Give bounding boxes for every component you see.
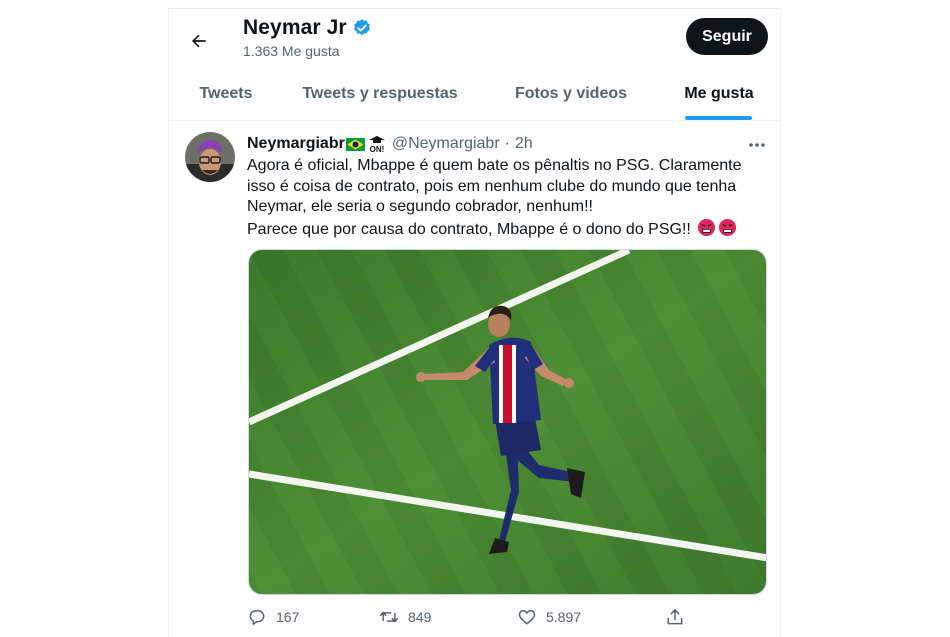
header-separator: · [504, 135, 510, 152]
tweet-text-paragraph-1: Agora é oficial, Mbappe é quem bate os p… [247, 157, 742, 215]
tab-tweets-and-replies[interactable]: Tweets y respuestas [299, 67, 461, 120]
tab-photos-and-videos[interactable]: Fotos y videos [506, 67, 636, 120]
tweet-media[interactable] [248, 249, 767, 595]
tweet-text: Agora é oficial, Mbappe é quem bate os p… [247, 156, 772, 240]
author-name[interactable]: Neymargiabr [247, 135, 345, 153]
arrow-left-icon [192, 34, 206, 48]
tabs-divider [169, 120, 780, 121]
profile-page: Neymar Jr 1.363 Me gusta Seguir Tweets T… [168, 8, 781, 637]
like-count: 5.897 [546, 609, 582, 625]
retweet-icon [379, 611, 399, 623]
tweet-text-paragraph-2: Parece que por causa do contrato, Mbappe… [247, 218, 772, 241]
profile-name: Neymar Jr [243, 16, 347, 39]
reply-count: 167 [276, 609, 300, 625]
tweet-actions: 167 849 5.897 [247, 607, 687, 631]
avatar-image [185, 132, 235, 182]
profile-title: Neymar Jr [243, 16, 372, 40]
tweet-text-line-2: Parece que por causa do contrato, Mbappe… [247, 220, 691, 238]
tweet-header: Neymargiabr ON! @Neymargiabr · 2h [247, 133, 533, 155]
angry-face-icon [698, 218, 716, 236]
verified-badge-icon [353, 19, 370, 36]
follow-button[interactable]: Seguir [686, 18, 768, 55]
retweet-action[interactable]: 849 [379, 607, 431, 627]
more-dots-icon[interactable] [747, 135, 767, 155]
profile-likes-count: 1.363 Me gusta [243, 43, 340, 59]
share-icon [667, 609, 683, 625]
like-action[interactable]: 5.897 [517, 607, 581, 627]
tab-tweets[interactable]: Tweets [169, 67, 283, 120]
brazil-flag-icon [345, 137, 365, 151]
back-button[interactable] [183, 25, 215, 57]
on-arrow-badge-icon: ON! [368, 136, 385, 154]
reply-action[interactable]: 167 [247, 607, 299, 627]
tweet-timestamp[interactable]: 2h [515, 135, 533, 153]
heart-icon [518, 610, 536, 625]
svg-text:ON!: ON! [369, 145, 384, 154]
retweet-count: 849 [408, 609, 432, 625]
profile-tabs: Tweets Tweets y respuestas Fotos y video… [169, 67, 780, 120]
share-action[interactable] [665, 607, 685, 627]
author-avatar[interactable] [185, 132, 235, 182]
angry-face-icon [719, 218, 737, 236]
author-handle[interactable]: @Neymargiabr [392, 135, 500, 153]
reply-icon [249, 610, 265, 625]
tab-likes[interactable]: Me gusta [669, 67, 769, 120]
football-player-photo [249, 250, 766, 594]
